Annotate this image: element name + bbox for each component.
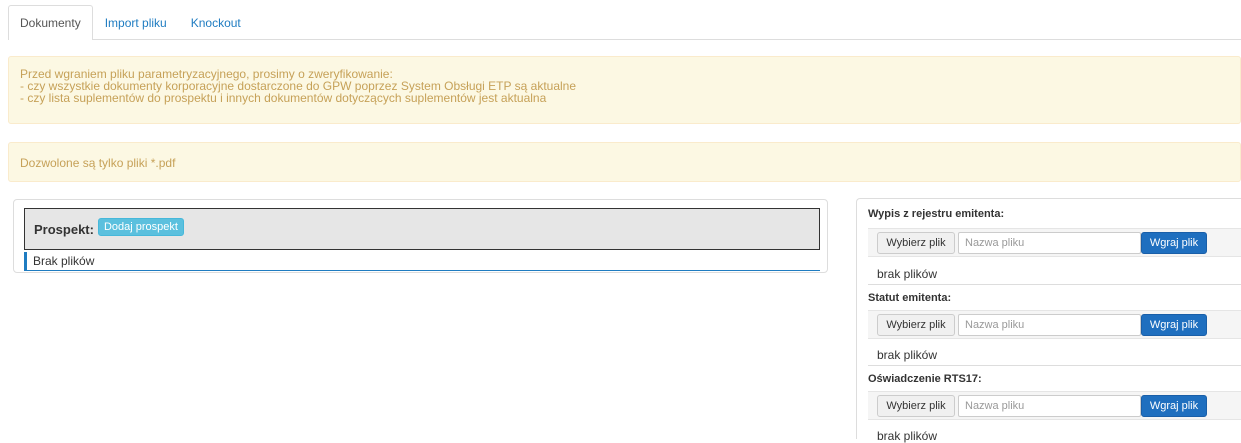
prospekt-header: Prospekt: Dodaj prospekt bbox=[24, 208, 820, 250]
alert-line-3: - czy lista suplementów do prospektu i i… bbox=[20, 91, 547, 105]
tab-dokumenty[interactable]: Dokumenty bbox=[8, 5, 93, 40]
prospekt-empty-text: Brak plików bbox=[24, 252, 820, 271]
empty-text-rts17: brak plików bbox=[877, 429, 938, 443]
verification-alert: Przed wgraniem pliku parametryzacyjnego,… bbox=[8, 56, 1241, 124]
pdf-only-alert: Dozwolone są tylko pliki *.pdf bbox=[8, 142, 1241, 182]
prospekt-label: Prospekt: bbox=[34, 221, 94, 237]
add-prospekt-button[interactable]: Dodaj prospekt bbox=[97, 218, 184, 236]
upload-file-button-wypis[interactable]: Wgraj plik bbox=[1141, 232, 1207, 254]
choose-file-button-rts17[interactable]: Wybierz plik bbox=[877, 395, 955, 417]
tab-import-pliku[interactable]: Import pliku bbox=[93, 5, 179, 39]
section-divider bbox=[868, 284, 1241, 285]
section-title-rts17: Oświadczenie RTS17: bbox=[868, 373, 982, 385]
upload-row-wypis: Wybierz plik Wgraj plik bbox=[868, 228, 1241, 257]
upload-file-button-statut[interactable]: Wgraj plik bbox=[1141, 314, 1207, 336]
empty-text-statut: brak plików bbox=[877, 348, 938, 362]
choose-file-button-wypis[interactable]: Wybierz plik bbox=[877, 232, 955, 254]
section-divider bbox=[868, 365, 1241, 366]
section-title-wypis: Wypis z rejestru emitenta: bbox=[868, 208, 1005, 220]
upload-file-button-rts17[interactable]: Wgraj plik bbox=[1141, 395, 1207, 417]
tab-knockout[interactable]: Knockout bbox=[179, 5, 253, 39]
file-name-input-wypis[interactable] bbox=[958, 232, 1141, 254]
pdf-only-text: Dozwolone są tylko pliki *.pdf bbox=[20, 156, 176, 170]
upload-row-statut: Wybierz plik Wgraj plik bbox=[868, 310, 1241, 339]
prospekt-panel: Prospekt: Dodaj prospekt Brak plików bbox=[13, 199, 828, 273]
file-name-input-rts17[interactable] bbox=[958, 395, 1141, 417]
choose-file-button-statut[interactable]: Wybierz plik bbox=[877, 314, 955, 336]
upload-row-rts17: Wybierz plik Wgraj plik bbox=[868, 391, 1241, 420]
empty-text-wypis: brak plików bbox=[877, 267, 938, 281]
section-title-statut: Statut emitenta: bbox=[868, 292, 952, 304]
tab-bar: Dokumenty Import pliku Knockout bbox=[8, 5, 1241, 40]
file-name-input-statut[interactable] bbox=[958, 314, 1141, 336]
corporate-documents-panel: Wypis z rejestru emitenta: Wybierz plik … bbox=[856, 198, 1241, 443]
